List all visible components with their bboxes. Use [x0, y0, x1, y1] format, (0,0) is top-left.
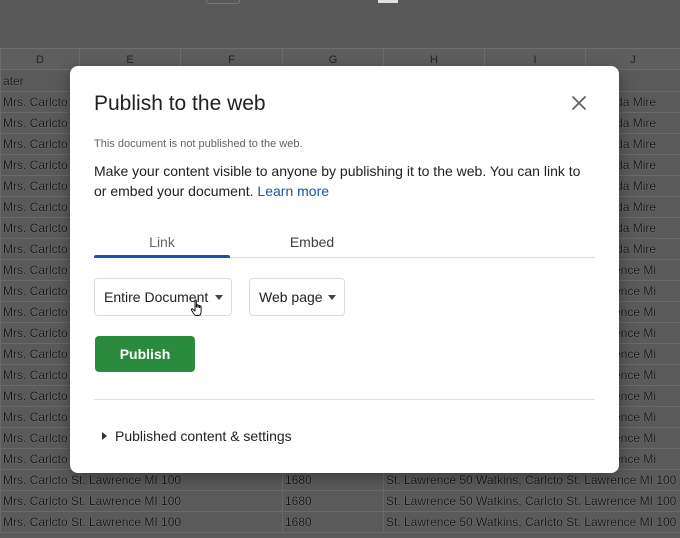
- cell-number[interactable]: 1680: [282, 491, 383, 512]
- divider: [94, 399, 595, 400]
- dialog-description: Make your content visible to anyone by p…: [94, 161, 594, 201]
- table-row[interactable]: Mrs. Carlcto St. Lawrence MI 100 1680 St. …: [0, 470, 680, 491]
- tab-link[interactable]: Link: [94, 230, 230, 258]
- table-cell[interactable]: Mrs. Carlcto: [0, 302, 79, 323]
- cell-address[interactable]: Mrs. Carlcto St. Lawrence MI 100: [0, 470, 282, 491]
- description-text: Make your content visible to anyone by p…: [94, 163, 581, 199]
- toolbar-button[interactable]: [206, 0, 240, 4]
- toolbar: [0, 0, 680, 48]
- publish-button[interactable]: Publish: [95, 336, 195, 372]
- table-cell[interactable]: Mrs. Carlcto: [0, 260, 79, 281]
- table-cell[interactable]: Mrs. Carlcto: [0, 176, 79, 197]
- dialog-title: Publish to the web: [94, 92, 266, 115]
- tab-embed[interactable]: Embed: [244, 230, 380, 258]
- close-button[interactable]: [568, 92, 590, 114]
- publish-dialog: Publish to the web This document is not …: [70, 66, 619, 473]
- table-cell[interactable]: Mrs. Carlcto: [0, 155, 79, 176]
- cell-address[interactable]: Mrs. Carlcto St. Lawrence MI 100: [0, 491, 282, 512]
- table-row[interactable]: Mrs. Carlcto St. Lawrence MI 100 1680 St. …: [0, 491, 680, 512]
- hand-cursor-icon: [190, 299, 202, 316]
- toolbar-indicator: [378, 0, 398, 3]
- close-icon: [572, 96, 586, 110]
- document-scope-select[interactable]: Entire Document: [94, 278, 232, 316]
- published-settings-label: Published content & settings: [115, 428, 292, 444]
- column-header-d[interactable]: D: [0, 49, 79, 71]
- chevron-down-icon: [215, 295, 223, 300]
- table-cell[interactable]: Mrs. Carlcto: [0, 386, 79, 407]
- active-tab-indicator: [94, 255, 230, 258]
- cell-address-long[interactable]: St. Lawrence 50 Watkins, Carlcto St. Law…: [383, 512, 680, 533]
- learn-more-link[interactable]: Learn more: [257, 183, 329, 199]
- cell-address-long[interactable]: St. Lawrence 50 Watkins, Carlcto St. Law…: [383, 470, 680, 491]
- table-cell[interactable]: Mrs. Carlcto: [0, 197, 79, 218]
- publish-status: This document is not published to the we…: [94, 138, 303, 150]
- chevron-down-icon: [328, 295, 336, 300]
- table-cell[interactable]: Mrs. Carlcto: [0, 323, 79, 344]
- cell-address[interactable]: Mrs. Carlcto St. Lawrence MI 100: [0, 512, 282, 533]
- table-cell[interactable]: Mrs. Carlcto: [0, 281, 79, 302]
- table-cell[interactable]: Mrs. Carlcto: [0, 365, 79, 386]
- format-value: Web page: [259, 289, 323, 305]
- table-cell[interactable]: Mrs. Carlcto: [0, 428, 79, 449]
- table-cell[interactable]: Mrs. Carlcto: [0, 407, 79, 428]
- cell-address-long[interactable]: St. Lawrence 50 Watkins, Carlcto St. Law…: [383, 491, 680, 512]
- table-cell[interactable]: Mrs. Carlcto: [0, 134, 79, 155]
- table-cell[interactable]: Mrs. Carlcto: [0, 239, 79, 260]
- table-cell[interactable]: Mrs. Carlcto: [0, 113, 79, 134]
- publish-tabs: Link Embed: [94, 230, 595, 258]
- table-cell[interactable]: ater: [0, 71, 79, 92]
- table-cell[interactable]: Mrs. Carlcto: [0, 449, 79, 470]
- caret-right-icon: [102, 432, 107, 440]
- table-cell[interactable]: Mrs. Carlcto: [0, 344, 79, 365]
- cell-number[interactable]: 1680: [282, 470, 383, 491]
- table-cell[interactable]: Mrs. Carlcto: [0, 218, 79, 239]
- cell-number[interactable]: 1680: [282, 512, 383, 533]
- format-select[interactable]: Web page: [249, 278, 345, 316]
- table-row[interactable]: Mrs. Carlcto St. Lawrence MI 100 1680 St. …: [0, 512, 680, 533]
- table-cell[interactable]: Mrs. Carlcto: [0, 92, 79, 113]
